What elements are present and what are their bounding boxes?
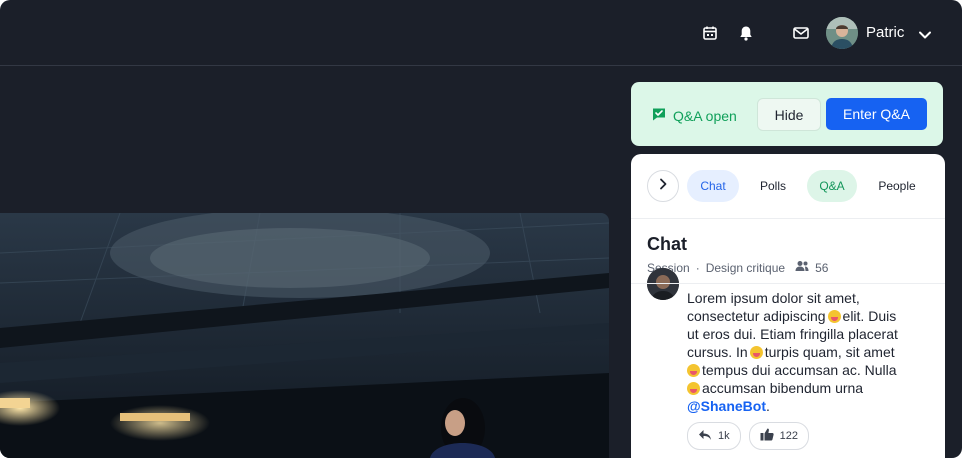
message-line: elit. Duis	[842, 308, 897, 324]
like-button[interactable]: 122	[748, 422, 809, 450]
enter-qa-button[interactable]: Enter Q&A	[826, 98, 927, 130]
chevron-right-icon	[656, 177, 670, 196]
message-line: ut eros dui. Etiam fringilla placerat	[687, 326, 898, 342]
qa-status-bar: Q&A open Hide Enter Q&A	[631, 82, 943, 146]
tongue-emoji-icon	[749, 346, 763, 359]
avatar[interactable]	[826, 17, 858, 49]
reply-button[interactable]: 1k	[687, 422, 741, 450]
app-window: Patric Q&A open Hide Enter Q&A Chat Poll…	[0, 0, 962, 458]
tab-people[interactable]: People	[865, 170, 929, 202]
calendar-icon[interactable]	[701, 24, 719, 42]
header-divider	[631, 283, 945, 284]
panel-tabs: Chat Polls Q&A People	[631, 154, 945, 219]
panel-title: Chat	[647, 234, 687, 254]
message-line: consectetur adipiscing	[687, 308, 826, 324]
message-reactions: 1k 122	[687, 422, 809, 450]
participants-icon	[795, 260, 809, 275]
meta-separator: ·	[695, 260, 700, 275]
reply-count: 1k	[718, 430, 730, 442]
tongue-emoji-icon	[827, 310, 841, 323]
like-count: 122	[779, 430, 798, 442]
message-body: Lorem ipsum dolor sit amet, consectetur …	[687, 289, 927, 415]
tongue-emoji-icon	[687, 364, 700, 377]
message-line: tempus dui accumsan ac. Nulla	[702, 362, 897, 378]
chevron-down-icon[interactable]	[917, 27, 933, 43]
top-bar: Patric	[0, 0, 962, 66]
qa-status-label: Q&A open	[673, 107, 737, 124]
message-line: cursus. In	[687, 344, 748, 360]
reply-icon	[698, 429, 712, 444]
user-name[interactable]: Patric	[866, 24, 904, 41]
message-line: turpis quam, sit amet	[764, 344, 895, 360]
tongue-emoji-icon	[687, 382, 700, 395]
message-line: Lorem ipsum dolor sit amet,	[687, 290, 860, 306]
thumbs-up-icon	[760, 428, 774, 444]
tab-qa[interactable]: Q&A	[807, 170, 857, 202]
message-line: accumsan bibendum urna	[702, 380, 864, 396]
session-name: Design critique	[705, 260, 786, 275]
tab-polls[interactable]: Polls	[747, 170, 799, 202]
bell-icon[interactable]	[737, 24, 755, 42]
hide-button[interactable]: Hide	[757, 98, 821, 131]
video-stream[interactable]	[0, 213, 609, 458]
collapse-panel-button[interactable]	[647, 170, 679, 202]
mention-link[interactable]: @ShaneBot	[687, 398, 766, 414]
chat-panel: Chat Polls Q&A People Chat Session · Des…	[631, 154, 945, 458]
qa-status: Q&A open	[651, 106, 737, 125]
mail-icon[interactable]	[792, 24, 810, 42]
mention-suffix: .	[766, 398, 770, 414]
participant-count: 56	[815, 260, 829, 275]
qa-open-icon	[651, 106, 667, 125]
message-avatar[interactable]	[647, 268, 679, 300]
tab-chat[interactable]: Chat	[687, 170, 739, 202]
